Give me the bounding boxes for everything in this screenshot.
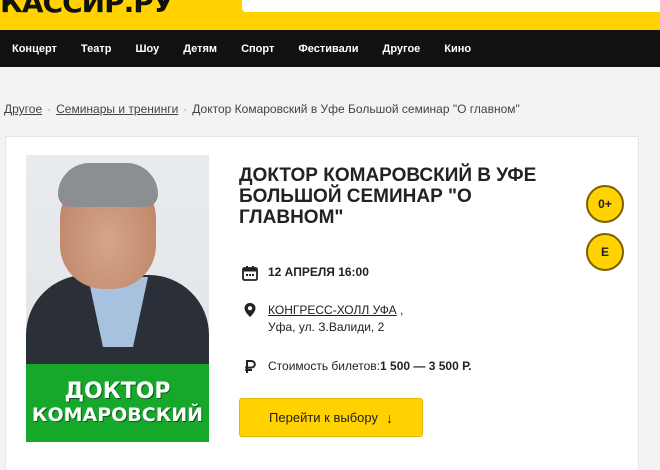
main-nav: Концерт Театр Шоу Детям Спорт Фестивали …	[0, 30, 660, 67]
poster-figure-hair	[58, 163, 158, 207]
price-value: 1 500 — 3 500 Р.	[380, 359, 472, 373]
event-place-row: КОНГРЕСС-ХОЛЛ УФА , Уфа, ул. З.Валиди, 2	[242, 302, 403, 336]
nav-item-sport[interactable]: Спорт	[241, 43, 274, 55]
breadcrumb-separator: ·	[47, 102, 52, 116]
age-rating-badge: 0+	[586, 185, 624, 223]
event-title: ДОКТОР КОМАРОВСКИЙ В УФЕ БОЛЬШОЙ СЕМИНАР…	[239, 165, 537, 228]
nav-item-kids[interactable]: Детям	[183, 43, 217, 55]
breadcrumb-separator: ·	[183, 102, 188, 116]
event-poster[interactable]: ДОКТОР КОМАРОВСКИЙ	[26, 155, 209, 442]
location-pin-icon	[244, 303, 256, 317]
nav-item-show[interactable]: Шоу	[135, 43, 159, 55]
price-label: Стоимость билетов:	[268, 359, 381, 373]
event-place: КОНГРЕСС-ХОЛЛ УФА , Уфа, ул. З.Валиди, 2	[268, 302, 403, 336]
breadcrumb-link-seminars[interactable]: Семинары и тренинги	[56, 102, 178, 116]
breadcrumb-current: Доктор Комаровский в Уфе Большой семинар…	[192, 102, 520, 116]
top-header: КАССИР.РУ	[0, 0, 660, 30]
nav-item-other[interactable]: Другое	[382, 43, 420, 55]
logo-text: КАССИР.РУ	[0, 0, 174, 19]
nav-item-cinema[interactable]: Кино	[444, 43, 471, 55]
nav-item-theatre[interactable]: Театр	[81, 43, 112, 55]
poster-banner: ДОКТОР КОМАРОВСКИЙ	[26, 364, 209, 442]
nav-item-concert[interactable]: Концерт	[12, 43, 57, 55]
arrow-down-icon: ↓	[385, 409, 393, 426]
venue-suffix: ,	[396, 303, 404, 317]
e-ticket-badge: E	[586, 233, 624, 271]
nav-item-festivals[interactable]: Фестивали	[298, 43, 358, 55]
venue-address: Уфа, ул. З.Валиди, 2	[268, 320, 385, 334]
breadcrumb-link-other[interactable]: Другое	[4, 102, 42, 116]
event-card: ДОКТОР КОМАРОВСКИЙ ДОКТОР КОМАРОВСКИЙ В …	[5, 136, 639, 470]
event-date: 12 АПРЕЛЯ 16:00	[268, 265, 369, 279]
ruble-icon	[245, 360, 256, 373]
poster-line-2: КОМАРОВСКИЙ	[31, 403, 204, 426]
event-price-row: Стоимость билетов: 1 500 — 3 500 Р.	[242, 359, 472, 375]
event-date-row: 12 АПРЕЛЯ 16:00	[242, 265, 369, 281]
search-input[interactable]	[242, 0, 660, 12]
breadcrumb: Другое · Семинары и тренинги · Доктор Комаро…	[4, 102, 520, 116]
calendar-icon	[242, 266, 258, 281]
venue-link[interactable]: КОНГРЕСС-ХОЛЛ УФА	[268, 303, 397, 317]
poster-line-1: ДОКТОР	[64, 379, 171, 405]
cta-label: Перейти к выбору	[269, 410, 378, 425]
site-logo[interactable]: КАССИР.РУ	[0, 0, 174, 19]
go-to-selection-button[interactable]: Перейти к выбору ↓	[239, 398, 423, 437]
